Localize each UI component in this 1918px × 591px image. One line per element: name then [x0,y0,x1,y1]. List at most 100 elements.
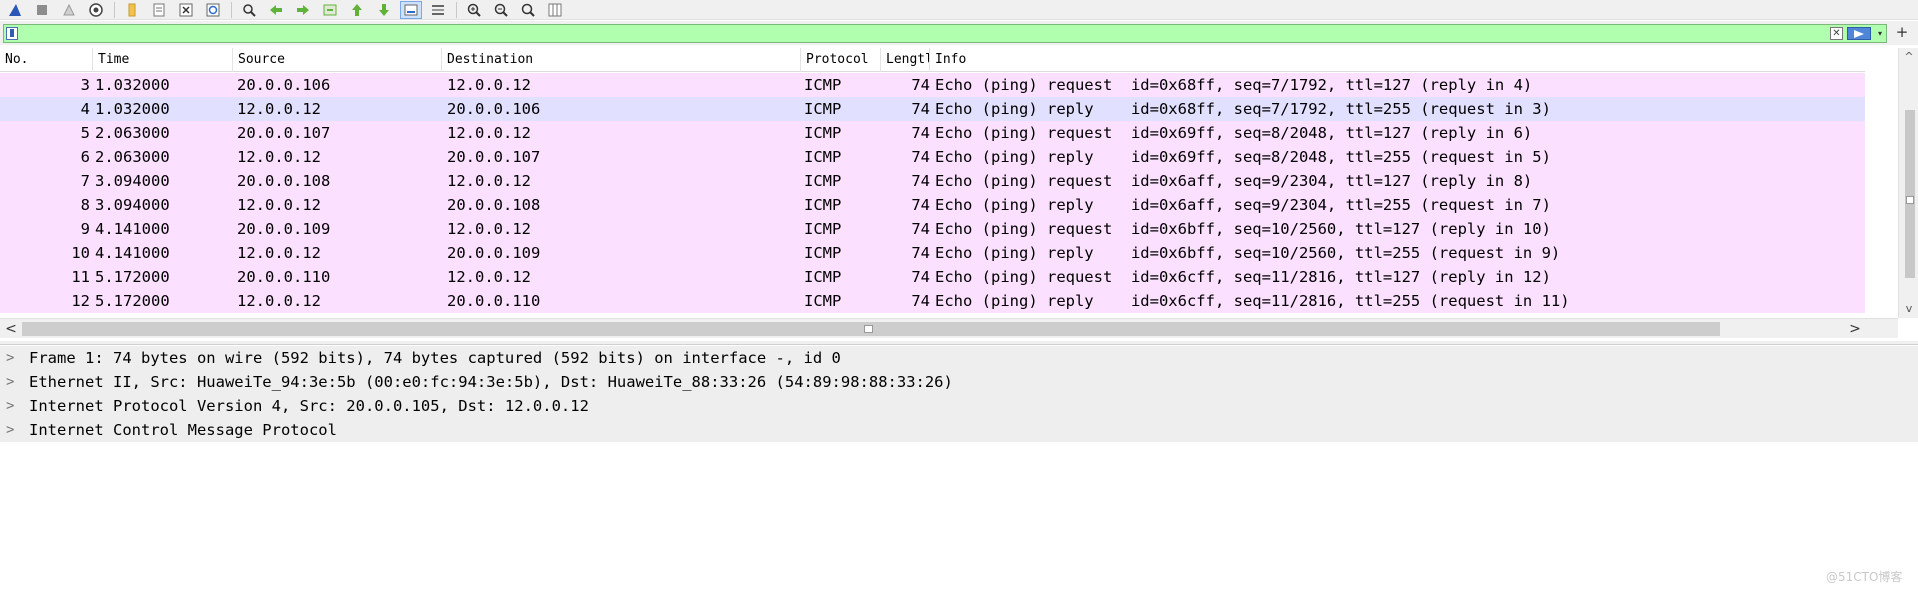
table-cell-length: 74 [911,220,930,238]
table-row[interactable]: 5 2.063000 20.0.0.107 12.0.0.12 ICMP 74 Echo (… [0,121,1865,145]
table-cell-time: 2.063000 [95,148,170,166]
table-cell-time: 1.032000 [95,100,170,118]
filter-bookmark-icon[interactable] [6,27,18,40]
shark-fin-start-icon[interactable] [4,1,26,19]
table-cell-info: Echo (ping) reply id=0x68ff, seq=7/1792,… [935,100,1551,118]
scroll-left-arrow-icon[interactable]: < [2,319,20,339]
autoscroll-icon[interactable] [400,0,422,19]
find-packet-icon[interactable] [238,1,260,19]
table-cell-source: 12.0.0.12 [237,244,321,262]
colorize-icon[interactable] [427,1,449,19]
scroll-down-arrow-icon[interactable]: v [1899,300,1918,318]
table-row[interactable]: 11 5.172000 20.0.0.110 12.0.0.12 ICMP 74 Echo … [0,265,1865,289]
table-cell-source: 20.0.0.106 [237,76,331,94]
apply-filter-button[interactable] [1847,27,1871,40]
vertical-scroll-thumb[interactable] [1905,110,1915,278]
detail-tree-item-label: Ethernet II, Src: HuaweiTe_94:3e:5b (00:… [29,373,953,391]
capture-options-icon[interactable] [85,1,107,19]
reload-file-icon[interactable] [202,1,224,19]
detail-tree-item-ethernet[interactable]: > Ethernet II, Src: HuaweiTe_94:3e:5b (0… [0,370,1918,394]
scroll-up-arrow-icon[interactable]: ^ [1899,48,1918,66]
table-cell-destination: 20.0.0.106 [447,100,541,118]
table-cell-protocol: ICMP [804,220,842,238]
detail-tree-item-ipv4[interactable]: > Internet Protocol Version 4, Src: 20.0… [0,394,1918,418]
save-file-icon[interactable] [148,1,170,19]
column-header-destination[interactable]: Destination [442,48,801,72]
toolbar-separator [114,1,115,18]
column-header-length[interactable]: Lengtl [881,48,930,72]
table-cell-protocol: ICMP [804,196,842,214]
expand-chevron-icon[interactable]: > [6,370,20,394]
zoom-out-icon[interactable] [490,1,512,19]
table-row[interactable]: 3 1.032000 20.0.0.106 12.0.0.12 ICMP 74 Echo (… [0,73,1865,97]
table-cell-length: 74 [911,100,930,118]
clear-filter-button[interactable]: ✕ [1830,27,1843,40]
table-cell-length: 74 [911,76,930,94]
table-cell-no: 3 [80,76,90,94]
recent-filters-dropdown[interactable]: ▾ [1874,27,1886,40]
expand-chevron-icon[interactable]: > [6,394,20,418]
normal-size-icon[interactable] [517,1,539,19]
table-cell-no: 10 [71,244,90,262]
add-filter-button[interactable]: + [1892,23,1912,42]
last-packet-icon[interactable] [373,1,395,19]
first-packet-icon[interactable] [346,1,368,19]
open-file-icon[interactable] [121,1,143,19]
table-row[interactable]: 10 4.141000 12.0.0.12 20.0.0.109 ICMP 74 Echo … [0,241,1865,265]
go-forward-icon[interactable] [292,1,314,19]
pane-splitter[interactable] [0,341,1918,345]
go-back-icon[interactable] [265,1,287,19]
table-cell-protocol: ICMP [804,172,842,190]
table-cell-source: 12.0.0.12 [237,292,321,310]
resize-columns-icon[interactable] [544,1,566,19]
detail-tree-item-label: Internet Control Message Protocol [29,421,337,439]
detail-tree-item-icmp[interactable]: > Internet Control Message Protocol [0,418,1918,442]
stop-capture-icon[interactable] [31,1,53,19]
go-to-packet-icon[interactable] [319,1,341,19]
table-cell-destination: 20.0.0.110 [447,292,541,310]
column-header-info[interactable]: Info [930,48,1865,72]
column-header-source[interactable]: Source [233,48,442,72]
scroll-right-arrow-icon[interactable]: > [1846,319,1864,339]
table-row[interactable]: 7 3.094000 20.0.0.108 12.0.0.12 ICMP 74 Echo (… [0,169,1865,193]
column-header-no[interactable]: No. [0,48,93,72]
restart-capture-icon[interactable] [58,1,80,19]
table-cell-source: 12.0.0.12 [237,100,321,118]
table-cell-length: 74 [911,292,930,310]
table-row[interactable]: 9 4.141000 20.0.0.109 12.0.0.12 ICMP 74 Echo (… [0,217,1865,241]
table-cell-time: 2.063000 [95,124,170,142]
packet-list-horizontal-scrollbar[interactable]: < > [0,318,1898,338]
table-cell-destination: 12.0.0.12 [447,268,531,286]
table-row[interactable]: 6 2.063000 12.0.0.12 20.0.0.107 ICMP 74 Echo (… [0,145,1865,169]
table-cell-time: 3.094000 [95,172,170,190]
horizontal-scroll-grip [864,325,873,333]
zoom-in-icon[interactable] [463,1,485,19]
table-cell-no: 7 [80,172,90,190]
table-cell-length: 74 [911,244,930,262]
packet-list-vertical-scrollbar[interactable]: ^ v [1898,48,1918,318]
table-cell-info: Echo (ping) reply id=0x6aff, seq=9/2304,… [935,196,1551,214]
vertical-scroll-grip [1906,196,1914,204]
table-cell-info: Echo (ping) reply id=0x69ff, seq=8/2048,… [935,148,1551,166]
table-cell-destination: 12.0.0.12 [447,124,531,142]
table-cell-destination: 20.0.0.107 [447,148,541,166]
table-row[interactable]: 4 1.032000 12.0.0.12 20.0.0.106 ICMP 74 Echo (… [0,97,1865,121]
packet-list: No. Time Source Destination Protocol Len… [0,48,1918,345]
table-cell-protocol: ICMP [804,124,842,142]
close-file-icon[interactable] [175,1,197,19]
detail-tree-item-frame[interactable]: > Frame 1: 74 bytes on wire (592 bits), … [0,346,1918,370]
table-row[interactable]: 8 3.094000 12.0.0.12 20.0.0.108 ICMP 74 Echo (… [0,193,1865,217]
table-cell-info: Echo (ping) request id=0x68ff, seq=7/179… [935,76,1533,94]
table-cell-time: 4.141000 [95,244,170,262]
table-cell-source: 20.0.0.107 [237,124,331,142]
table-cell-no: 9 [80,220,90,238]
column-header-time[interactable]: Time [93,48,233,72]
table-cell-no: 12 [71,292,90,310]
display-filter-input[interactable]: ✕ ▾ [3,24,1887,43]
expand-chevron-icon[interactable]: > [6,346,20,370]
table-cell-protocol: ICMP [804,100,842,118]
watermark: @51CTO博客 [1826,570,1903,584]
column-header-protocol[interactable]: Protocol [801,48,881,72]
table-row[interactable]: 12 5.172000 12.0.0.12 20.0.0.110 ICMP 74 Echo … [0,289,1865,313]
expand-chevron-icon[interactable]: > [6,418,20,442]
